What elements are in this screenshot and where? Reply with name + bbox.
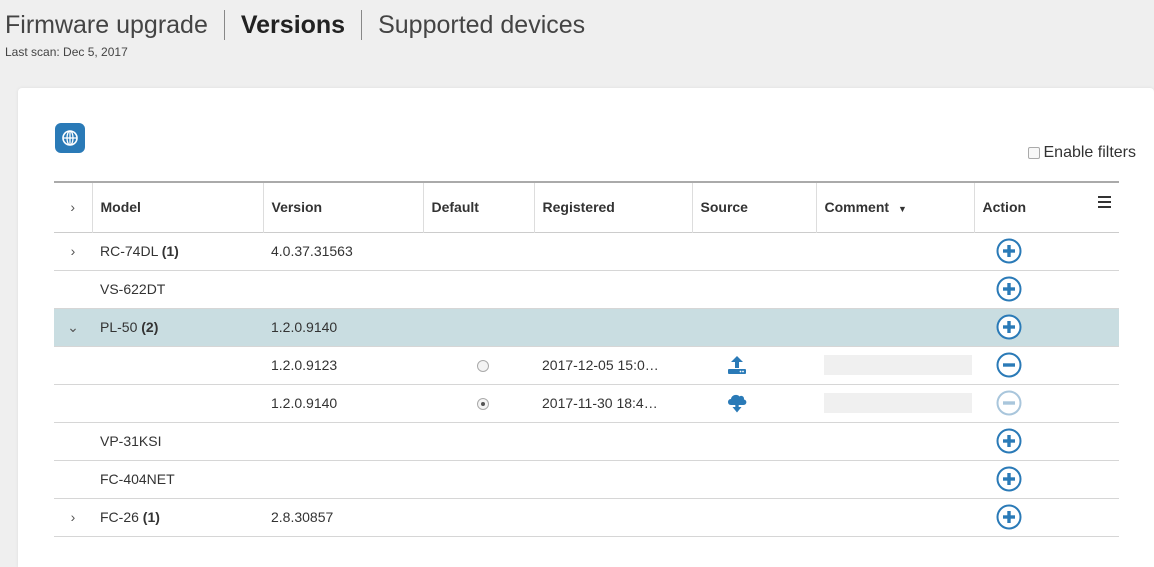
table-row[interactable]: › FC-26 (1) 2.8.30857 (54, 498, 1119, 536)
comment-cell[interactable] (816, 346, 974, 384)
page-tabs: Firmware upgrade Versions Supported devi… (5, 10, 585, 40)
default-radio-checked[interactable] (477, 398, 489, 411)
model-name: FC-404NET (100, 471, 175, 487)
version-cell: 1.2.0.9140 (271, 319, 338, 335)
table-row[interactable]: FC-404NET (54, 460, 1119, 498)
column-header-action[interactable]: Action (973, 182, 1119, 232)
model-cell: VS-622DT (92, 270, 263, 308)
table-row[interactable]: VP-31KSI (54, 422, 1119, 460)
default-cell (423, 384, 534, 422)
model-name: FC-26 (100, 509, 139, 525)
row-expand-toggle (54, 270, 92, 308)
versions-table: › Model Version Default Registered Sourc… (54, 181, 1119, 537)
column-header-registered[interactable]: Registered (533, 182, 692, 232)
column-menu-icon[interactable] (1098, 196, 1111, 211)
sort-desc-icon: ▼ (897, 204, 907, 215)
globe-icon (62, 130, 78, 146)
upload-icon (728, 356, 746, 374)
row-expand-toggle[interactable]: › (54, 498, 92, 536)
version-row[interactable]: 1.2.0.9140 2017-11-30 18:4… (54, 384, 1119, 422)
add-circle-icon[interactable] (996, 466, 1022, 492)
version-cell (263, 270, 423, 308)
table-row-selected[interactable]: ⌄ PL-50 (2) 1.2.0.9140 (54, 308, 1119, 346)
add-circle-icon[interactable] (996, 276, 1022, 302)
source-cell (692, 346, 816, 384)
registered-cell: 2017-12-05 15:0… (542, 357, 659, 373)
globe-button[interactable] (55, 123, 85, 153)
comment-cell[interactable] (816, 384, 974, 422)
row-collapse-toggle[interactable]: ⌄ (54, 308, 92, 346)
table-row[interactable]: VS-622DT (54, 270, 1119, 308)
column-header-comment-label: Comment (824, 199, 890, 216)
cloud-download-icon (728, 394, 747, 413)
tab-separator (361, 10, 363, 40)
row-expand-toggle (54, 422, 92, 460)
versions-panel: Enable filters › Model Version Default R… (18, 88, 1154, 567)
column-header-action-label: Action (982, 199, 1027, 216)
column-header-default[interactable]: Default (422, 182, 534, 232)
version-cell (263, 460, 423, 498)
tab-firmware-upgrade[interactable]: Firmware upgrade (5, 10, 208, 40)
version-cell: 1.2.0.9140 (271, 395, 338, 411)
version-count: (1) (161, 243, 179, 259)
add-circle-icon[interactable] (996, 314, 1022, 340)
row-expand-toggle (54, 460, 92, 498)
add-circle-icon[interactable] (996, 428, 1022, 454)
model-name: RC-74DL (100, 243, 158, 259)
tab-separator (223, 10, 225, 40)
version-count: (1) (142, 509, 160, 525)
column-header-comment[interactable]: Comment ▼ (815, 182, 974, 232)
registered-cell: 2017-11-30 18:4… (542, 395, 658, 411)
model-cell: PL-50 (2) (92, 308, 263, 346)
comment-input[interactable] (824, 393, 972, 413)
comment-input[interactable] (824, 355, 972, 375)
add-circle-icon[interactable] (996, 238, 1022, 264)
source-cell (692, 384, 816, 422)
version-cell: 2.8.30857 (271, 509, 334, 525)
model-cell: FC-404NET (92, 460, 263, 498)
model-cell: RC-74DL (1) (92, 232, 263, 270)
tab-versions[interactable]: Versions (241, 10, 345, 40)
last-scan-text: Last scan: Dec 5, 2017 (5, 45, 128, 59)
version-count: (2) (141, 319, 159, 335)
column-header-source[interactable]: Source (691, 182, 816, 232)
version-row[interactable]: 1.2.0.9123 2017-12-05 15:0… (54, 346, 1119, 384)
model-cell: VP-31KSI (92, 422, 263, 460)
expand-all-toggle[interactable]: › (54, 182, 92, 232)
remove-circle-icon[interactable] (996, 352, 1022, 378)
default-cell (423, 346, 534, 384)
row-expand-toggle[interactable]: › (54, 232, 92, 270)
model-name: VS-622DT (100, 281, 166, 297)
version-cell: 1.2.0.9123 (271, 357, 338, 373)
model-name: VP-31KSI (100, 433, 162, 449)
model-cell: FC-26 (1) (92, 498, 263, 536)
enable-filters-checkbox[interactable] (1027, 147, 1040, 159)
default-radio[interactable] (477, 360, 489, 373)
remove-circle-icon-disabled (996, 390, 1022, 416)
column-header-model[interactable]: Model (91, 182, 263, 232)
model-name: PL-50 (100, 319, 138, 335)
column-header-version[interactable]: Version (262, 182, 423, 232)
version-cell: 4.0.37.31563 (271, 243, 353, 259)
add-circle-icon[interactable] (996, 504, 1022, 530)
tab-supported-devices[interactable]: Supported devices (378, 10, 585, 40)
table-header-row: › Model Version Default Registered Sourc… (54, 182, 1119, 232)
enable-filters-label: Enable filters (1043, 144, 1137, 161)
version-cell (263, 422, 423, 460)
table-row[interactable]: › RC-74DL (1) 4.0.37.31563 (54, 232, 1119, 270)
enable-filters[interactable]: Enable filters (1027, 144, 1137, 162)
